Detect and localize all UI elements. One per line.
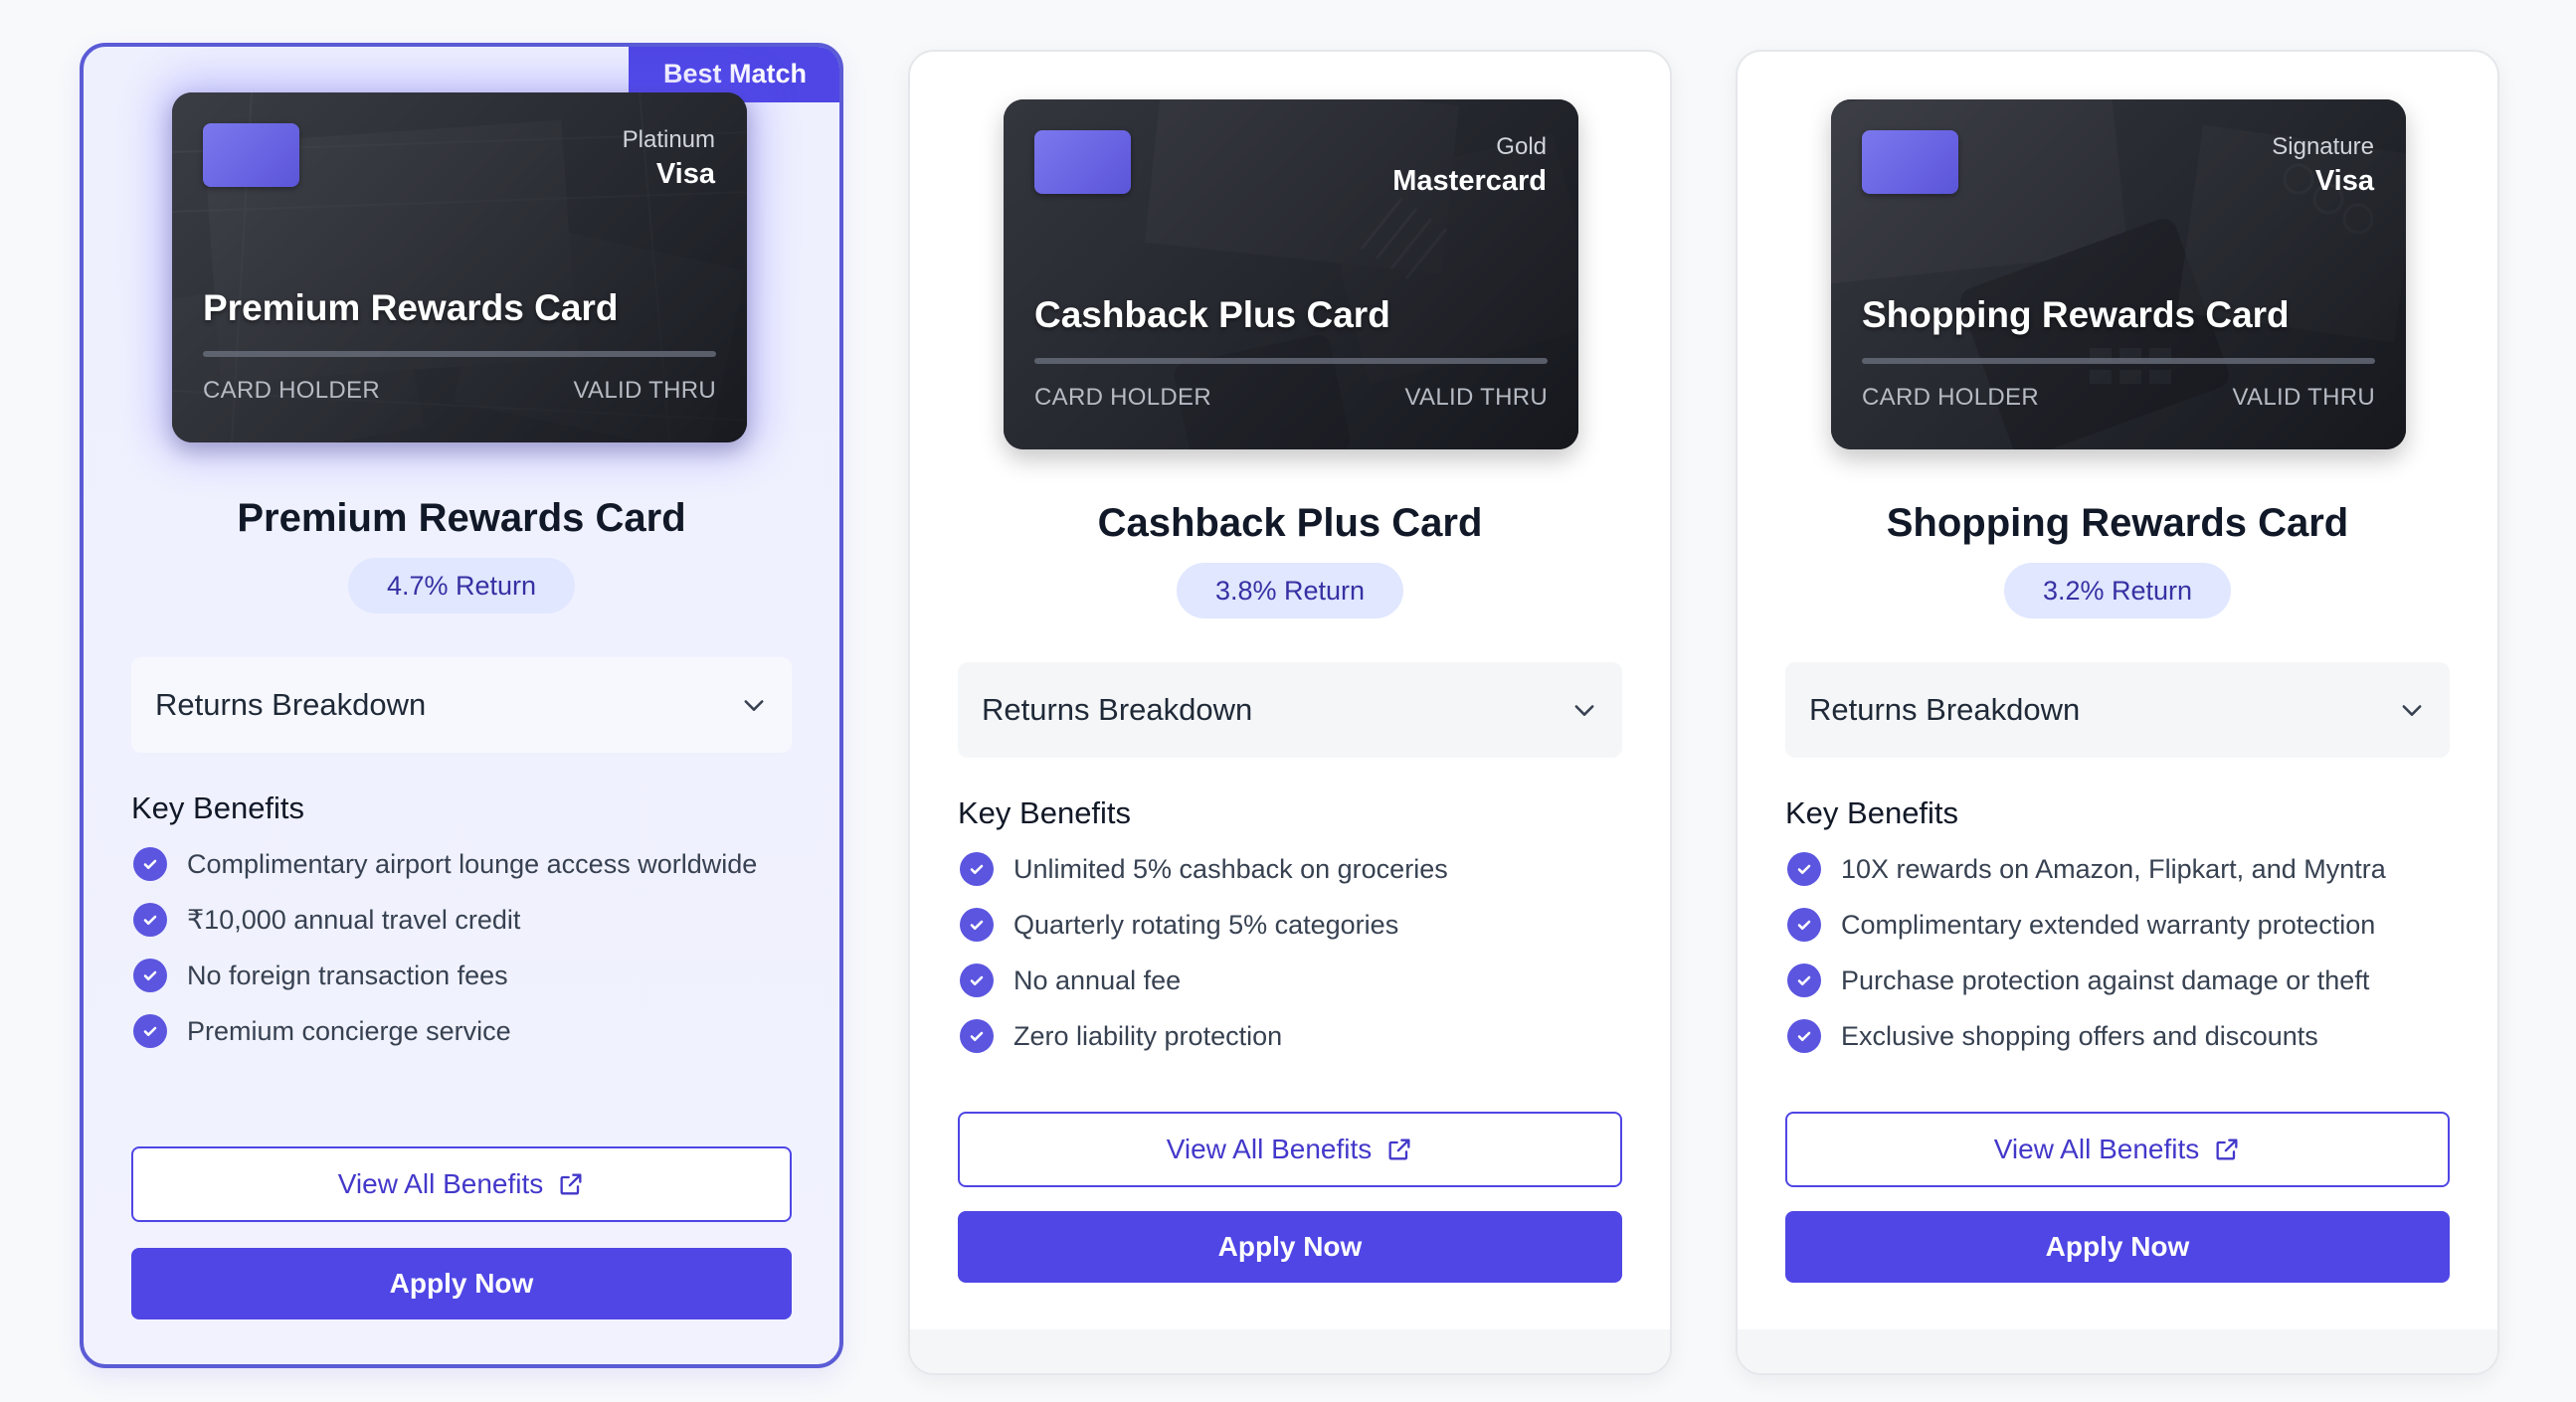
benefit-text: No annual fee bbox=[1013, 965, 1182, 995]
card-visual: Platinum Visa Premium Rewards Card CARD … bbox=[172, 92, 747, 442]
return-badge: 4.7% Return bbox=[348, 558, 575, 613]
card-network: Visa bbox=[2314, 165, 2374, 197]
benefit-item: ₹10,000 annual travel credit bbox=[131, 900, 792, 940]
key-benefits-heading: Key Benefits bbox=[1785, 795, 1959, 830]
card-network: Mastercard bbox=[1392, 165, 1547, 197]
card-holder-label: CARD HOLDER bbox=[203, 377, 380, 404]
chevron-down-icon bbox=[2402, 705, 2422, 716]
external-link-icon bbox=[1388, 1139, 1410, 1160]
return-badge: 3.8% Return bbox=[1177, 563, 1403, 618]
benefit-item: No annual fee bbox=[958, 961, 1622, 1000]
card-offer-premium-rewards: Best Match Platinum Visa Premium Rewards… bbox=[80, 43, 843, 1368]
chevron-down-icon bbox=[744, 700, 764, 711]
card-chip bbox=[1034, 130, 1131, 194]
check-circle-icon bbox=[133, 903, 167, 937]
valid-thru-label: VALID THRU bbox=[2232, 384, 2375, 411]
card-visual: Gold Mastercard Cashback Plus Card CARD … bbox=[1004, 99, 1578, 449]
benefit-text: 10X rewards on Amazon, Flipkart, and Myn… bbox=[1841, 854, 2386, 884]
benefit-item: 10X rewards on Amazon, Flipkart, and Myn… bbox=[1785, 849, 2450, 889]
card-title: Shopping Rewards Card bbox=[1886, 501, 2349, 545]
external-link-icon bbox=[560, 1173, 582, 1195]
returns-breakdown-toggle[interactable]: Returns Breakdown bbox=[958, 662, 1622, 758]
check-circle-icon bbox=[960, 964, 994, 997]
card-holder-label: CARD HOLDER bbox=[1034, 384, 1211, 411]
card-holder-label: CARD HOLDER bbox=[1862, 384, 2039, 411]
card-network: Visa bbox=[655, 158, 715, 190]
returns-breakdown-label: Returns Breakdown bbox=[982, 692, 1253, 727]
card-visual-name: Shopping Rewards Card bbox=[1862, 294, 2290, 335]
benefit-text: Unlimited 5% cashback on groceries bbox=[1013, 854, 1448, 884]
benefit-text: ₹10,000 annual travel credit bbox=[187, 905, 521, 935]
check-circle-icon bbox=[1787, 852, 1821, 886]
benefit-item: No foreign transaction fees bbox=[131, 956, 792, 995]
benefits-list: Complimentary airport lounge access worl… bbox=[131, 844, 792, 1067]
benefit-text: Premium concierge service bbox=[187, 1016, 511, 1046]
key-benefits-heading: Key Benefits bbox=[958, 795, 1132, 830]
check-circle-icon bbox=[960, 1019, 994, 1053]
check-circle-icon bbox=[960, 908, 994, 942]
card-divider bbox=[1034, 358, 1548, 364]
benefit-text: No foreign transaction fees bbox=[187, 961, 508, 990]
check-circle-icon bbox=[133, 847, 167, 881]
card-visual-name: Cashback Plus Card bbox=[1034, 294, 1390, 335]
returns-breakdown-label: Returns Breakdown bbox=[1809, 692, 2081, 727]
benefit-item: Unlimited 5% cashback on groceries bbox=[958, 849, 1622, 889]
benefit-text: Complimentary airport lounge access worl… bbox=[187, 849, 758, 879]
card-title: Cashback Plus Card bbox=[1097, 501, 1483, 545]
benefit-item: Complimentary airport lounge access worl… bbox=[131, 844, 792, 884]
apply-now-button[interactable]: Apply Now bbox=[1785, 1211, 2450, 1283]
benefit-text: Complimentary extended warranty protecti… bbox=[1841, 910, 2376, 940]
apply-now-button[interactable]: Apply Now bbox=[958, 1211, 1622, 1283]
view-all-benefits-label: View All Benefits bbox=[1993, 1134, 2200, 1164]
card-offer-cashback-plus: Gold Mastercard Cashback Plus Card CARD … bbox=[908, 50, 1672, 1375]
view-all-benefits-button[interactable]: View All Benefits bbox=[131, 1146, 792, 1222]
benefit-item: Zero liability protection bbox=[958, 1016, 1622, 1056]
card-visual: Signature Visa Shopping Rewards Card CAR… bbox=[1831, 99, 2406, 449]
view-all-benefits-button[interactable]: View All Benefits bbox=[1785, 1112, 2450, 1187]
benefit-text: Purchase protection against damage or th… bbox=[1841, 965, 2370, 995]
check-circle-icon bbox=[1787, 908, 1821, 942]
card-divider bbox=[1862, 358, 2375, 364]
benefit-text: Quarterly rotating 5% categories bbox=[1013, 910, 1399, 940]
benefits-list: Unlimited 5% cashback on groceries Quart… bbox=[958, 849, 1622, 1072]
returns-breakdown-label: Returns Breakdown bbox=[155, 687, 427, 722]
apply-now-button[interactable]: Apply Now bbox=[131, 1248, 792, 1319]
card-visual-name: Premium Rewards Card bbox=[203, 287, 619, 328]
card-tier: Platinum bbox=[622, 126, 715, 153]
benefit-item: Premium concierge service bbox=[131, 1011, 792, 1051]
check-circle-icon bbox=[133, 959, 167, 992]
view-all-benefits-button[interactable]: View All Benefits bbox=[958, 1112, 1622, 1187]
benefit-item: Complimentary extended warranty protecti… bbox=[1785, 905, 2450, 945]
check-circle-icon bbox=[960, 852, 994, 886]
returns-breakdown-toggle[interactable]: Returns Breakdown bbox=[131, 657, 792, 753]
chevron-down-icon bbox=[1574, 705, 1594, 716]
check-circle-icon bbox=[1787, 1019, 1821, 1053]
card-tier: Signature bbox=[2272, 133, 2374, 160]
benefits-list: 10X rewards on Amazon, Flipkart, and Myn… bbox=[1785, 849, 2450, 1072]
card-divider bbox=[203, 351, 716, 357]
benefit-text: Zero liability protection bbox=[1013, 1021, 1283, 1051]
benefit-item: Quarterly rotating 5% categories bbox=[958, 905, 1622, 945]
check-circle-icon bbox=[1787, 964, 1821, 997]
card-chip bbox=[1862, 130, 1958, 194]
return-badge: 3.2% Return bbox=[2004, 563, 2231, 618]
key-benefits-heading: Key Benefits bbox=[131, 790, 305, 825]
view-all-benefits-label: View All Benefits bbox=[1166, 1134, 1373, 1164]
valid-thru-label: VALID THRU bbox=[1404, 384, 1548, 411]
valid-thru-label: VALID THRU bbox=[573, 377, 716, 404]
view-all-benefits-label: View All Benefits bbox=[337, 1168, 544, 1199]
check-circle-icon bbox=[133, 1014, 167, 1048]
external-link-icon bbox=[2216, 1139, 2238, 1160]
card-title: Premium Rewards Card bbox=[237, 496, 686, 540]
card-tier: Gold bbox=[1496, 133, 1547, 160]
returns-breakdown-toggle[interactable]: Returns Breakdown bbox=[1785, 662, 2450, 758]
card-offer-shopping-rewards: Signature Visa Shopping Rewards Card CAR… bbox=[1736, 50, 2499, 1375]
benefit-text: Exclusive shopping offers and discounts bbox=[1841, 1021, 2318, 1051]
benefit-item: Purchase protection against damage or th… bbox=[1785, 961, 2450, 1000]
card-chip bbox=[203, 123, 299, 187]
benefit-item: Exclusive shopping offers and discounts bbox=[1785, 1016, 2450, 1056]
